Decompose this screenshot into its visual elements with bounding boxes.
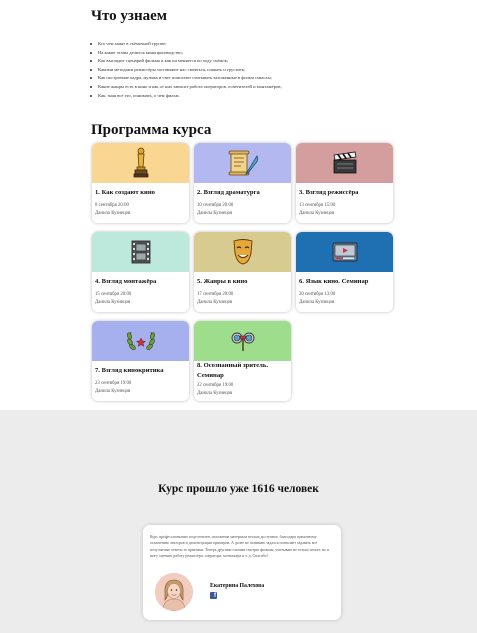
card-banner	[194, 321, 291, 361]
card-title: 4. Взгляд монтажёра	[95, 278, 157, 285]
lesson-card[interactable]: 2. Взгляд драматурга 10 сентября 20:00 Д…	[194, 143, 291, 223]
opera-glasses-icon	[231, 332, 254, 351]
lesson-card[interactable]: 5. Жанры в кино 17 сентября 20:00 Данила…	[194, 232, 291, 312]
reviews-section: Курс прошло уже 1616 человек Курс профес…	[0, 410, 477, 633]
lesson-card[interactable]: 1. Как создают кино 8 сентября 20:00 Дан…	[92, 143, 189, 223]
card-author: Данила Кузнецов	[299, 300, 335, 305]
card-banner	[296, 143, 393, 183]
film-strip-icon	[131, 240, 150, 264]
laurel-wreath-icon	[126, 331, 155, 351]
learn-list-item: Как, зная всё это, понимать, о чем фильм…	[90, 92, 282, 101]
program-heading: Программа курса	[91, 122, 212, 138]
avatar	[155, 573, 193, 611]
card-title: 2. Взгляд драматурга	[197, 189, 260, 196]
card-date: 22 сентября 19:00	[197, 383, 234, 388]
lesson-card[interactable]: 3. Взгляд режиссёра 13 сентября 15:00 Да…	[296, 143, 393, 223]
card-date: 13 сентября 15:00	[299, 203, 336, 208]
card-date: 8 сентября 20:00	[95, 203, 129, 208]
learn-list-item: Как выглядит сценарий фильма и как он ме…	[90, 57, 282, 66]
card-title: 8. Осознанный зритель. Семинар	[197, 362, 269, 379]
learn-list-item: На какие этапы делится кинопроизводство;	[90, 49, 282, 58]
learn-list-item: Какими методами режиссёры заставляют нас…	[90, 66, 282, 75]
card-author: Данила Кузнецов	[197, 211, 233, 216]
card-title: 7. Взгляд кинокритика	[95, 367, 164, 374]
lesson-card[interactable]: 8. Осознанный зритель. Семинар 22 сентяб…	[194, 321, 291, 401]
card-date: 17 сентября 20:00	[197, 292, 234, 297]
course-info-section: Что узнаем Кто чем занят в съёмочной гру…	[0, 0, 477, 410]
card-banner	[92, 232, 189, 272]
card-title: 3. Взгляд режиссёра	[299, 189, 359, 196]
card-author: Данила Кузнецов	[95, 211, 131, 216]
learn-list-item: Как построение кадра, музыка и свет помо…	[90, 74, 282, 83]
learn-list-item: Кто чем занят в съёмочной группе;	[90, 40, 282, 49]
card-title: 5. Жанры в кино	[197, 278, 248, 285]
card-title: 1. Как создают кино	[95, 189, 155, 196]
card-date: 15 сентября 20:00	[95, 292, 132, 297]
reviewer-portrait-icon	[155, 573, 193, 611]
scroll-and-quill-icon	[228, 150, 258, 176]
card-author: Данила Кузнецов	[197, 300, 233, 305]
students-count-heading: Курс прошло уже 1616 человек	[158, 483, 319, 495]
facebook-icon[interactable]: f	[210, 592, 217, 599]
card-banner	[194, 232, 291, 272]
card-banner	[92, 143, 189, 183]
card-date: 10 сентября 20:00	[197, 203, 234, 208]
learn-list: Кто чем занят в съёмочной группе; На как…	[90, 40, 282, 101]
lesson-card[interactable]: 4. Взгляд монтажёра 15 сентября 20:00 Да…	[92, 232, 189, 312]
video-player-icon	[332, 242, 357, 262]
card-banner	[92, 321, 189, 361]
lesson-card[interactable]: 7. Взгляд кинокритика 23 сентября 19:00 …	[92, 321, 189, 401]
card-banner	[296, 232, 393, 272]
lesson-card[interactable]: 6. Язык кино. Семинар 20 сентября 13:00 …	[296, 232, 393, 312]
clapperboard-icon	[333, 151, 356, 174]
learn-heading: Что узнаем	[91, 8, 167, 24]
card-title: 6. Язык кино. Семинар	[299, 278, 369, 285]
oscar-statuette-icon	[133, 147, 148, 178]
card-author: Данила Кузнецов	[95, 300, 131, 305]
card-author: Данила Кузнецов	[299, 211, 335, 216]
card-banner	[194, 143, 291, 183]
card-date: 20 сентября 13:00	[299, 292, 336, 297]
learn-list-item: Какие жанры есть в кино и как от них зав…	[90, 83, 282, 92]
theater-mask-icon	[233, 239, 252, 265]
review-card: Курс профессионально подготовлен, изложе…	[143, 525, 341, 620]
card-author: Данила Кузнецов	[95, 389, 131, 394]
card-author: Данила Кузнецов	[197, 391, 233, 396]
card-date: 23 сентября 19:00	[95, 381, 132, 386]
review-text: Курс профессионально подготовлен, изложе…	[150, 535, 329, 558]
reviewer-name: Екатерина Палехова	[210, 583, 265, 589]
